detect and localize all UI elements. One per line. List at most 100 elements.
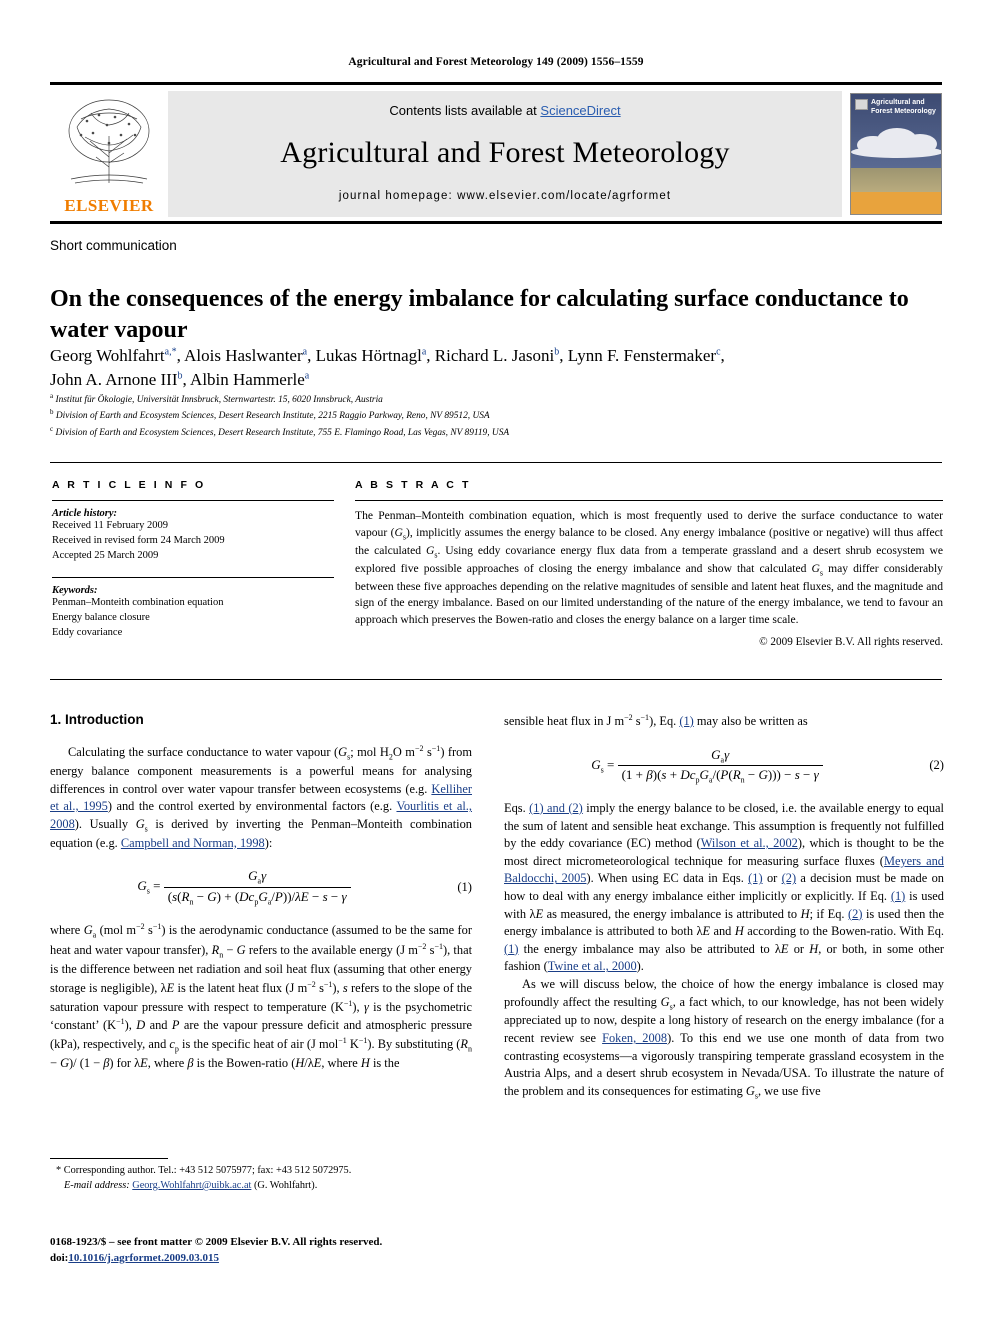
equation-2: Gs = Gaγ (1 + β)(s + DcpGa/(P(Rn − G))) …: [504, 747, 944, 785]
affil-marker-a: a: [50, 392, 54, 400]
author-affil-marker: a: [421, 346, 427, 358]
journal-homepage-line[interactable]: journal homepage: www.elsevier.com/locat…: [168, 170, 842, 202]
article-type: Short communication: [50, 238, 177, 253]
cover-field: [851, 168, 941, 193]
affil-marker-c: c: [50, 424, 54, 433]
paragraph-intro-1: Calculating the surface conductance to w…: [50, 744, 473, 850]
author-affil-marker: a: [302, 346, 308, 358]
journal-title: Agricultural and Forest Meteorology: [280, 136, 730, 169]
doi-label: doi:: [50, 1251, 69, 1264]
affiliation-a-text: Institut für Ökologie, Universität Innsb…: [55, 395, 383, 406]
equation-1-fraction: Gaγ (s(Rn − G) + (DcpGa/P))/λE − s − γ: [163, 868, 351, 906]
email-suffix: (G. Wohlfahrt).: [253, 1179, 318, 1191]
equation-1-body: Gs = Gaγ (s(Rn − G) + (DcpGa/P))/λE − s …: [50, 868, 438, 906]
journal-masthead: ELSEVIER Contents lists available at Sci…: [50, 82, 942, 224]
elsevier-logo: ELSEVIER: [50, 88, 168, 221]
paper-page: Agricultural and Forest Meteorology 149 …: [0, 0, 992, 1323]
citation-link[interactable]: Foken, 2008: [602, 1031, 667, 1045]
keywords-rule: [52, 576, 334, 578]
article-history-label: Article history:: [52, 508, 118, 519]
equation-1-number: (1): [457, 879, 472, 894]
article-history-item: Accepted 25 March 2009: [52, 549, 159, 561]
abstract-heading: A B S T R A C T: [355, 479, 471, 491]
paragraph-intro-4: As we will discuss below, the choice of …: [504, 977, 944, 1101]
equation-ref-link[interactable]: (2): [848, 907, 862, 921]
footnote-block: * Corresponding author. Tel.: +43 512 50…: [50, 1158, 472, 1194]
article-history-item: Received in revised form 24 March 2009: [52, 534, 225, 546]
keyword-item: Eddy covariance: [52, 626, 123, 638]
cover-cloud: [851, 146, 941, 158]
contents-available-line: Contents lists available at ScienceDirec…: [168, 91, 842, 118]
affiliation-list: a Institut für Ökologie, Universität Inn…: [50, 391, 945, 440]
equation-ref-link[interactable]: (1) and (2): [529, 801, 583, 815]
article-history-item: Received 11 February 2009: [52, 520, 168, 531]
equation-ref-link[interactable]: (1): [748, 871, 762, 885]
panel-rule-bottom: [50, 679, 942, 680]
equation-ref-link[interactable]: (1): [679, 714, 693, 728]
citation-link[interactable]: Meyers and Baldocchi, 2005: [504, 854, 944, 886]
paragraph-intro-2: where Ga (mol m−2 s−1) is the aerodynami…: [50, 922, 473, 1071]
email-note: E-mail address: Georg.Wohlfahrt@uibk.ac.…: [50, 1179, 472, 1194]
abstract-block: A B S T R A C T The Penman–Monteith comb…: [355, 479, 943, 648]
affiliation-c: c Division of Earth and Ecosystem Scienc…: [50, 424, 945, 440]
cover-foot-right: [936, 205, 937, 210]
equation-2-body: Gs = Gaγ (1 + β)(s + DcpGa/(P(Rn − G))) …: [504, 747, 910, 785]
equation-ref-link[interactable]: (1): [891, 889, 905, 903]
affiliation-a: a Institut für Ökologie, Universität Inn…: [50, 391, 945, 407]
citation-link[interactable]: Campbell and Norman, 1998: [121, 836, 265, 850]
equation-2-fraction: Gaγ (1 + β)(s + DcpGa/(P(Rn − G))) − s −…: [617, 747, 823, 785]
keyword-item: Energy balance closure: [52, 611, 150, 623]
body-column-right: sensible heat flux in J m−2 s−1), Eq. (1…: [504, 712, 944, 1102]
abstract-rule: [355, 500, 943, 501]
cover-title: Agricultural and Forest Meteorology: [871, 99, 936, 115]
author-affil-marker: a,*: [164, 346, 177, 358]
cover-band: [851, 192, 941, 214]
citation-link[interactable]: Vourlitis et al., 2008: [50, 799, 472, 831]
section-heading-introduction: 1. Introduction: [50, 712, 144, 727]
citation-link[interactable]: Wilson et al., 2002: [701, 836, 798, 850]
author-affil-marker: b: [177, 370, 183, 382]
keywords-label: Keywords:: [52, 584, 98, 596]
affiliation-b: b Division of Earth and Ecosystem Scienc…: [50, 407, 945, 423]
article-info-heading: A R T I C L E I N F O: [52, 479, 206, 491]
keyword-item: Penman–Monteith combination equation: [52, 596, 224, 608]
page-title: On the consequences of the energy imbala…: [50, 286, 909, 343]
running-head: Agricultural and Forest Meteorology 149 …: [348, 56, 644, 68]
masthead-center: Contents lists available at ScienceDirec…: [168, 91, 842, 217]
affiliation-c-text: Division of Earth and Ecosystem Sciences…: [55, 427, 510, 438]
affil-marker-b: b: [50, 408, 54, 417]
paragraph-intro-2-cont: sensible heat flux in J m−2 s−1), Eq. (1…: [504, 713, 808, 729]
abstract-copyright: © 2009 Elsevier B.V. All rights reserved…: [759, 635, 943, 648]
doi-line: doi:10.1016/j.agrformet.2009.03.015: [50, 1251, 480, 1267]
footer-block: 0168-1923/$ – see front matter © 2009 El…: [50, 1235, 480, 1267]
author-affil-marker: c: [716, 346, 721, 358]
contents-prefix: Contents lists available at: [389, 103, 541, 118]
elsevier-tree-icon: [68, 99, 150, 184]
journal-cover-thumbnail: Agricultural and Forest Meteorology: [850, 93, 942, 215]
author-affil-marker: a: [304, 370, 310, 382]
equation-2-number: (2): [929, 758, 944, 773]
issn-line: 0168-1923/$ – see front matter © 2009 El…: [50, 1236, 383, 1248]
equation-1: Gs = Gaγ (s(Rn − G) + (DcpGa/P))/λE − s …: [50, 868, 472, 906]
elsevier-wordmark: ELSEVIER: [64, 196, 154, 215]
citation-link[interactable]: Twine et al., 2000: [548, 959, 637, 973]
affiliation-b-text: Division of Earth and Ecosystem Sciences…: [55, 411, 490, 422]
author-affil-marker: b: [554, 346, 560, 358]
equation-ref-link[interactable]: (2): [782, 871, 796, 885]
footnote-rule: [50, 1158, 168, 1159]
cover-elsevier-mark-icon: [855, 99, 868, 110]
paragraph-intro-3: Eqs. (1) and (2) imply the energy balanc…: [504, 800, 945, 974]
email-link[interactable]: Georg.Wohlfahrt@uibk.ac.at: [132, 1180, 251, 1191]
abstract-text: The Penman–Monteith combination equation…: [355, 509, 943, 627]
panel-rule-top: [50, 462, 942, 463]
equation-ref-link[interactable]: (1): [504, 942, 518, 956]
cover-foot-left: [855, 205, 856, 210]
article-info-block: A R T I C L E I N F O Article history: R…: [52, 479, 334, 640]
article-info-rule: [52, 500, 334, 501]
doi-link[interactable]: 10.1016/j.agrformet.2009.03.015: [68, 1252, 219, 1264]
author-list: Georg Wohlfahrta,*, Alois Haslwantera, L…: [50, 346, 725, 390]
sciencedirect-link[interactable]: ScienceDirect: [540, 103, 620, 118]
email-label: E-mail address:: [64, 1179, 130, 1191]
body-column-left: 1. Introduction Calculating the surface …: [50, 712, 472, 1073]
corresponding-author-note: * Corresponding author. Tel.: +43 512 50…: [56, 1165, 352, 1176]
